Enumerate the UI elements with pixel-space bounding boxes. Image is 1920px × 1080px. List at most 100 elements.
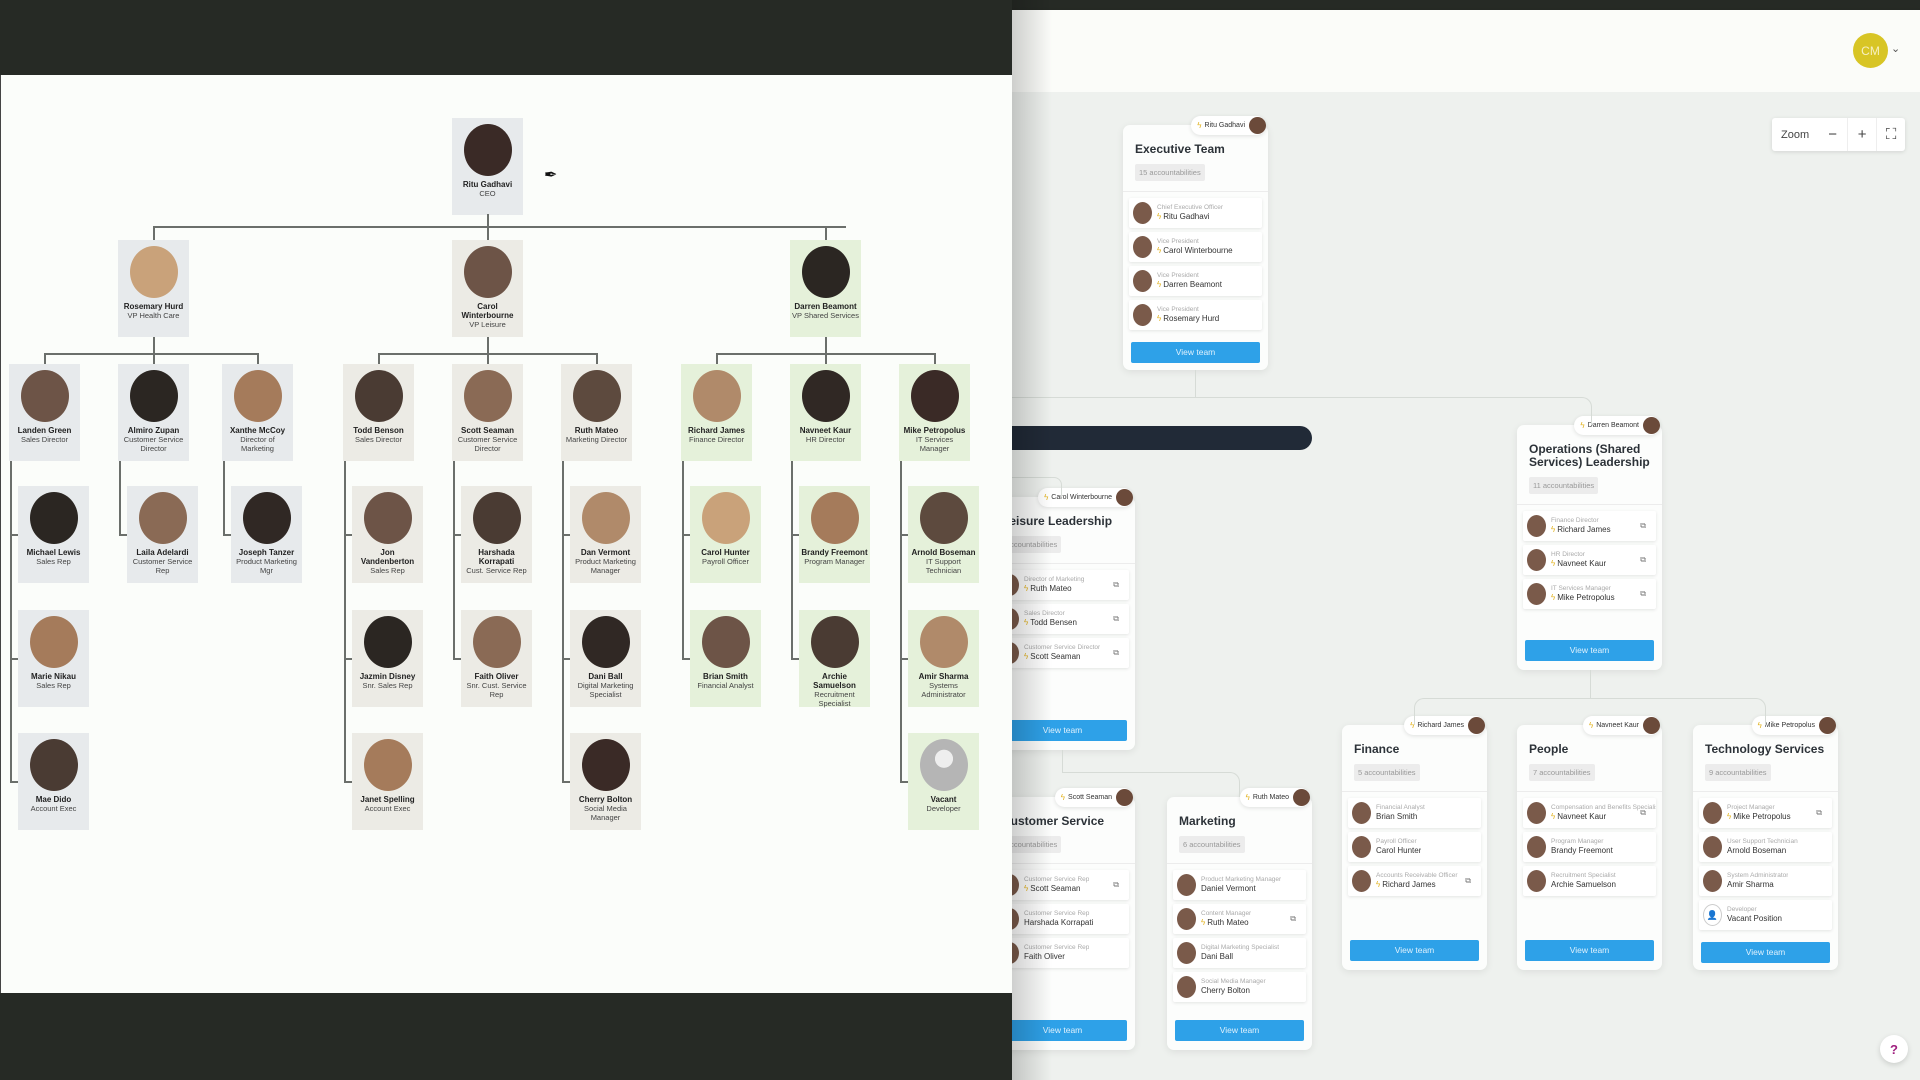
accountability-item[interactable]: IT Services Manager ϟ Mike Petropolus ⧉	[1523, 579, 1656, 609]
person-title: Systems Administrator	[921, 681, 966, 699]
accountability-item[interactable]: 👤 Developer Vacant Position	[1699, 900, 1832, 930]
zoom-out-button[interactable]: −	[1818, 118, 1847, 151]
team-owner-badge[interactable]: ϟ Ritu Gadhavi	[1191, 116, 1266, 135]
connector-line	[223, 534, 231, 536]
accountability-item[interactable]: Director of Marketing ϟ Ruth Mateo ⧉	[996, 570, 1129, 600]
accountability-item[interactable]: Vice President ϟ Darren Beamont	[1129, 266, 1262, 296]
accountability-item[interactable]: User Support Technician Arnold Boseman	[1699, 832, 1832, 862]
pen-cursor-icon: ✒	[544, 167, 558, 184]
connector-line	[153, 353, 155, 364]
right-window-titlebar	[1012, 0, 1920, 10]
accountability-item[interactable]: Financial Analyst Brian Smith	[1348, 798, 1481, 828]
org-node: Michael Lewis Sales Rep	[18, 486, 89, 583]
fullscreen-button[interactable]: ⛶	[1876, 118, 1905, 151]
accountability-item[interactable]: Digital Marketing Specialist Dani Ball	[1173, 938, 1306, 968]
accountability-item[interactable]: Vice President ϟ Carol Winterbourne	[1129, 232, 1262, 262]
team-card-marketing[interactable]: ϟ Ruth Mateo Marketing 6 accountabilities Pr…	[1167, 788, 1312, 1050]
avatar	[701, 492, 750, 544]
accountability-item[interactable]: Vice President ϟ Rosemary Hurd	[1129, 300, 1262, 330]
accountability-item[interactable]: Program Manager Brandy Freemont	[1523, 832, 1656, 862]
connector-line	[10, 534, 18, 536]
lead-bolt-icon: ϟ	[1551, 593, 1556, 602]
accountability-role: Content Manager	[1201, 910, 1252, 917]
team-card-finance[interactable]: ϟ Richard James Finance 5 accountabilities F…	[1342, 716, 1487, 970]
help-button[interactable]: ?	[1880, 1035, 1908, 1063]
view-team-button[interactable]: View team	[998, 720, 1127, 741]
accountability-item[interactable]: System Administrator Amir Sharma	[1699, 866, 1832, 896]
chevron-down-icon[interactable]: ⌄	[1891, 42, 1900, 55]
drag-handle-bar[interactable]	[1012, 426, 1312, 450]
copy-icon[interactable]: ⧉	[1113, 614, 1119, 624]
copy-icon[interactable]: ⧉	[1640, 808, 1646, 818]
avatar	[29, 616, 78, 668]
team-card-executive[interactable]: ϟ Ritu Gadhavi Executive Team 15 accountabi…	[1123, 116, 1268, 370]
accountability-role: Developer	[1727, 906, 1757, 913]
connector-line	[487, 353, 489, 364]
accountability-role: Chief Executive Officer	[1157, 204, 1223, 211]
copy-icon[interactable]: ⧉	[1113, 580, 1119, 590]
team-card-people[interactable]: ϟ Navneet Kaur People 7 accountabilities Com…	[1517, 716, 1662, 970]
copy-icon[interactable]: ⧉	[1816, 808, 1822, 818]
org-node: Brian Smith Financial Analyst	[690, 610, 761, 707]
accountability-item[interactable]: Customer Service Director ϟ Scott Seaman ⧉	[996, 638, 1129, 668]
view-team-button[interactable]: View team	[1525, 640, 1654, 661]
accountability-role: Customer Service Rep	[1024, 910, 1090, 917]
user-avatar[interactable]: CM	[1853, 33, 1888, 68]
view-team-button[interactable]: View team	[1525, 940, 1654, 961]
accountabilities-count: 7 accountabilities	[1529, 764, 1595, 781]
view-team-button[interactable]: View team	[1131, 342, 1260, 363]
copy-icon[interactable]: ⧉	[1113, 648, 1119, 658]
org-node: Cherry Bolton Social Media Manager	[570, 733, 641, 830]
accountability-person: Brian Smith	[1376, 812, 1418, 821]
copy-icon[interactable]: ⧉	[1640, 521, 1646, 531]
team-card-operations[interactable]: ϟ Darren Beamont Operations (Shared Servic…	[1517, 416, 1662, 670]
copy-icon[interactable]: ⧉	[1290, 914, 1296, 924]
accountability-item[interactable]: Compensation and Benefits Specialist ϟ Nav…	[1523, 798, 1656, 828]
accountability-item[interactable]: Social Media Manager Cherry Bolton	[1173, 972, 1306, 1002]
accountability-item[interactable]: Chief Executive Officer ϟ Ritu Gadhavi	[1129, 198, 1262, 228]
accountability-item[interactable]: Content Manager ϟ Ruth Mateo ⧉	[1173, 904, 1306, 934]
screen: CM ⌄ Zoom − + ⛶ ? ϟ Ritu Gadhavi Executive…	[0, 0, 1920, 1080]
zoom-in-button[interactable]: +	[1847, 118, 1876, 151]
connector-line	[825, 353, 827, 364]
avatar	[1352, 836, 1371, 858]
connector-line	[44, 353, 46, 364]
accountability-item[interactable]: Product Marketing Manager Daniel Vermont	[1173, 870, 1306, 900]
team-card-technology[interactable]: ϟ Mike Petropolus Technology Services 9 acc…	[1693, 716, 1838, 970]
copy-icon[interactable]: ⧉	[1465, 876, 1471, 886]
accountabilities-count: 5 accountabilities	[1354, 764, 1420, 781]
copy-icon[interactable]: ⧉	[1640, 589, 1646, 599]
connector-line	[900, 461, 902, 781]
view-team-button[interactable]: View team	[998, 1020, 1127, 1041]
avatar	[910, 370, 959, 422]
avatar	[1527, 836, 1546, 858]
person-title: Customer Service Director	[123, 435, 184, 453]
accountability-item[interactable]: Payroll Officer Carol Hunter	[1348, 832, 1481, 862]
view-team-button[interactable]: View team	[1350, 940, 1479, 961]
org-node: Todd Benson Sales Director	[343, 364, 414, 461]
team-owner-badge[interactable]: ϟ Ruth Mateo	[1239, 788, 1310, 807]
connector-line	[487, 337, 489, 354]
copy-icon[interactable]: ⧉	[1113, 880, 1119, 890]
team-connector-line	[1012, 477, 1062, 497]
lead-bolt-icon: ϟ	[1551, 559, 1556, 568]
accountability-item[interactable]: Customer Service Rep Faith Oliver	[996, 938, 1129, 968]
person-name: Vacant	[930, 795, 957, 804]
person-name: Harshada Korrapati	[478, 548, 515, 566]
accountability-item[interactable]: Sales Director ϟ Todd Bensen ⧉	[996, 604, 1129, 634]
accountability-item[interactable]: Recruitment Specialist Archie Samuelson	[1523, 866, 1656, 896]
accountability-item[interactable]: Project Manager ϟ Mike Petropolus ⧉	[1699, 798, 1832, 828]
view-team-button[interactable]: View team	[1175, 1020, 1304, 1041]
person-title: Sales Rep	[36, 681, 71, 690]
copy-icon[interactable]: ⧉	[1640, 555, 1646, 565]
team-connector-line	[1414, 698, 1766, 725]
accountability-item[interactable]: HR Director ϟ Navneet Kaur ⧉	[1523, 545, 1656, 575]
accountability-item[interactable]: Customer Service Rep ϟ Scott Seaman ⧉	[996, 870, 1129, 900]
accountability-item[interactable]: Customer Service Rep Harshada Korrapati	[996, 904, 1129, 934]
accountability-item[interactable]: Accounts Receivable Officer ϟ Richard Jame…	[1348, 866, 1481, 896]
accountability-item[interactable]: Finance Director ϟ Richard James ⧉	[1523, 511, 1656, 541]
view-team-button[interactable]: View team	[1701, 942, 1830, 963]
org-node: Vacant Developer	[908, 733, 979, 830]
accountability-role: HR Director	[1551, 551, 1585, 558]
avatar	[242, 492, 291, 544]
